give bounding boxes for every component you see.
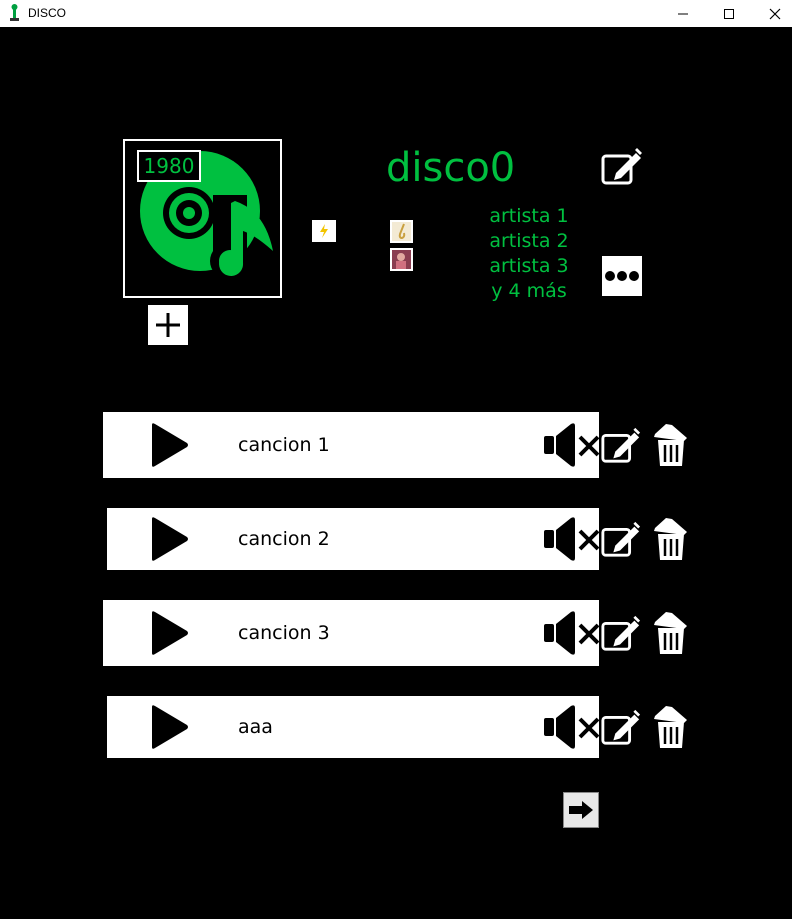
artist-photo-icon	[396, 253, 406, 269]
speaker-muted-icon[interactable]	[543, 516, 601, 562]
trash-icon[interactable]	[652, 610, 690, 656]
add-button[interactable]	[148, 305, 188, 345]
song-name: aaa	[238, 716, 273, 738]
maximize-button[interactable]	[706, 0, 752, 27]
song-row: aaa	[107, 696, 599, 758]
speaker-muted-icon[interactable]	[543, 610, 601, 656]
song-name: cancion 3	[238, 622, 330, 644]
trash-icon[interactable]	[652, 516, 690, 562]
artist-thumbnail[interactable]	[390, 220, 413, 243]
speaker-muted-icon[interactable]	[543, 704, 601, 750]
window-title: DISCO	[28, 6, 67, 20]
artist-list: artista 1 artista 2 artista 3 y 4 más	[470, 204, 588, 304]
more-artists-text: y 4 más	[491, 280, 567, 302]
song-row: cancion 3	[103, 600, 599, 666]
edit-album-button[interactable]	[600, 145, 644, 187]
artist-name: artista 3	[489, 255, 569, 277]
more-options-button[interactable]	[602, 256, 642, 296]
speaker-muted-icon[interactable]	[543, 422, 601, 468]
play-icon[interactable]	[148, 609, 190, 657]
song-row: cancion 1	[103, 412, 599, 478]
play-icon[interactable]	[148, 421, 190, 469]
year-badge: 1980	[137, 150, 201, 182]
album-title: disco0	[386, 145, 516, 191]
pencil-edit-icon	[601, 148, 642, 185]
trash-icon[interactable]	[652, 422, 690, 468]
maximize-icon	[724, 8, 734, 19]
pencil-edit-icon[interactable]	[600, 518, 642, 560]
pencil-edit-icon[interactable]	[600, 612, 642, 654]
pencil-edit-icon[interactable]	[600, 424, 642, 466]
lightning-icon	[320, 224, 328, 238]
close-button[interactable]	[752, 0, 792, 27]
next-button[interactable]	[563, 792, 599, 828]
app-icon	[10, 4, 19, 21]
genre-button[interactable]	[312, 220, 336, 242]
song-row: cancion 2	[107, 508, 599, 570]
song-name: cancion 2	[238, 528, 330, 550]
saxophone-icon	[398, 223, 406, 240]
artist-thumbnail[interactable]	[390, 248, 413, 271]
window-titlebar: DISCO	[0, 0, 792, 27]
minimize-icon	[678, 13, 688, 14]
artist-name: artista 2	[489, 230, 569, 252]
pencil-edit-icon[interactable]	[600, 706, 642, 748]
artist-name: artista 1	[489, 205, 569, 227]
song-name: cancion 1	[238, 434, 330, 456]
plus-icon	[156, 313, 180, 337]
trash-icon[interactable]	[652, 704, 690, 750]
close-icon	[769, 8, 781, 19]
minimize-button[interactable]	[660, 0, 706, 27]
ellipsis-icon	[605, 271, 639, 281]
arrow-right-icon	[569, 801, 593, 819]
play-icon[interactable]	[148, 515, 190, 563]
play-icon[interactable]	[148, 703, 190, 751]
